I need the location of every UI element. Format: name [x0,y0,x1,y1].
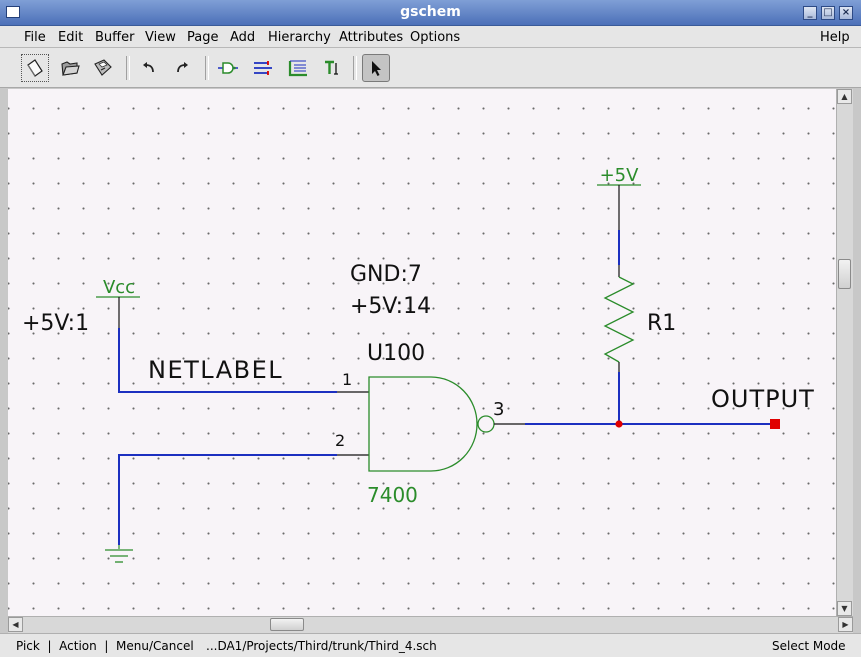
scroll-up-icon[interactable]: ▲ [837,89,852,104]
gate-device-label[interactable]: 7400 [367,483,418,507]
vcc-attribute[interactable]: +5V:1 [22,311,89,336]
title-bar[interactable]: gschem _ □ × [0,0,861,26]
maximize-icon[interactable]: □ [821,6,835,20]
minimize-icon[interactable]: _ [803,6,817,20]
toolbar [0,48,861,88]
add-bus-icon[interactable] [284,54,312,82]
window-title: gschem [400,4,461,20]
pin1-number: 1 [342,370,352,389]
junction-dot [615,420,623,428]
net-label[interactable]: NETLABEL [148,356,283,384]
menu-hierarchy[interactable]: Hierarchy [268,30,331,45]
menu-file[interactable]: File [24,30,46,45]
status-bar: Pick | Action | Menu/Cancel ...DA1/Proje… [0,633,861,657]
status-mouse-hints: Pick | Action | Menu/Cancel [16,639,194,653]
vertical-scroll-thumb[interactable] [838,259,851,289]
net-gnd-to-pin2[interactable] [118,454,337,545]
save-disk-icon[interactable] [89,54,117,82]
left-window-edge [0,89,8,633]
menu-help[interactable]: Help [820,30,850,45]
menu-attributes[interactable]: Attributes [339,30,403,45]
menu-edit[interactable]: Edit [58,30,83,45]
status-mode: Select Mode [772,639,846,653]
horizontal-scroll-thumb[interactable] [270,618,304,631]
add-component-icon[interactable] [214,54,242,82]
net-endpoint-marker [770,419,780,429]
nand-gate-bubble [477,415,495,433]
menu-add[interactable]: Add [230,30,255,45]
output-net-label[interactable]: OUTPUT [711,385,815,413]
add-text-icon[interactable] [318,54,346,82]
pwr-5v-label[interactable]: +5V [600,165,640,186]
close-icon[interactable]: × [839,6,853,20]
add-net-icon[interactable] [249,54,277,82]
pin2-number: 2 [335,431,345,450]
nand-gate-body[interactable] [368,376,478,472]
gate-refdes[interactable]: U100 [367,341,425,366]
pin3-number: 3 [493,399,504,420]
menu-options[interactable]: Options [410,30,460,45]
scroll-down-icon[interactable]: ▼ [837,601,852,616]
redo-icon[interactable] [168,54,196,82]
gate-attribute-vcc[interactable]: +5V:14 [350,294,431,319]
status-filename: ...DA1/Projects/Third/trunk/Third_4.sch [206,639,437,653]
menu-view[interactable]: View [145,30,176,45]
gate-attribute-gnd[interactable]: GND:7 [350,262,422,287]
new-page-icon[interactable] [21,54,49,82]
select-arrow-icon[interactable] [362,54,390,82]
scroll-right-icon[interactable]: ▶ [838,617,853,632]
menu-buffer[interactable]: Buffer [95,30,134,45]
menu-page[interactable]: Page [187,30,218,45]
vertical-scrollbar[interactable]: ▲ ▼ [836,89,853,616]
undo-icon[interactable] [135,54,163,82]
vcc-label[interactable]: Vcc [103,277,135,298]
resistor-refdes[interactable]: R1 [647,311,676,336]
open-folder-icon[interactable] [56,54,84,82]
resistor-r1-body[interactable] [603,276,635,363]
schematic-canvas[interactable]: Vcc +5V:1 NETLABEL GND:7 +5V:14 U100 1 2 [8,89,836,616]
horizontal-scrollbar[interactable]: ◀ ▶ [8,616,853,633]
menu-bar: File Edit Buffer View Page Add Hierarchy… [0,26,861,48]
schematic-drawing: Vcc +5V:1 NETLABEL GND:7 +5V:14 U100 1 2 [22,165,815,563]
scroll-left-icon[interactable]: ◀ [8,617,23,632]
